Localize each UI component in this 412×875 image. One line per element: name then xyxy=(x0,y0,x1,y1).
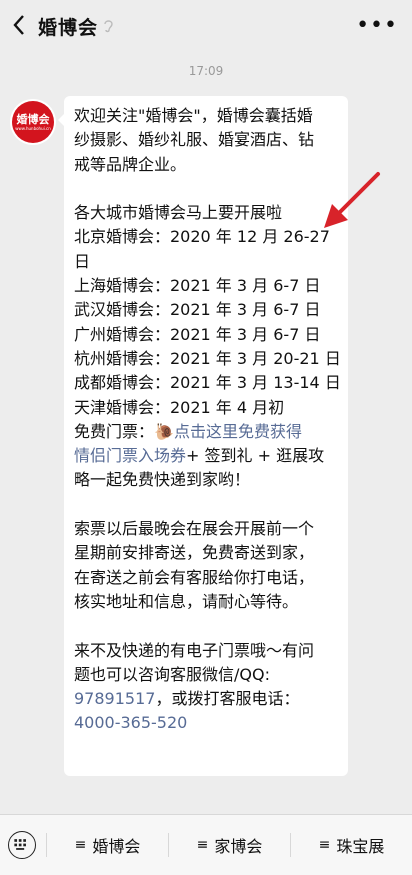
message-line: 4000-365-520 xyxy=(74,711,354,735)
message-line: 核实地址和信息，请耐心等待。 xyxy=(74,591,299,611)
menu-lines-icon: ≡ xyxy=(196,837,209,853)
message-line: 武汉婚博会：2021 年 3 月 6-7 日 xyxy=(74,300,321,320)
message-line: 各大城市婚博会马上要开展啦 xyxy=(74,203,283,223)
ticket-suffix: + 签到礼 + 逛展攻 xyxy=(186,446,325,466)
menu-lines-icon: ≡ xyxy=(74,837,87,853)
ticket-link[interactable]: 点击这里免费获得 xyxy=(174,422,302,441)
message-line: 在寄送之前会有客服给你打电话， xyxy=(74,567,315,587)
message-line: 上海婚博会：2021 年 3 月 6-7 日 xyxy=(74,276,321,296)
avatar-logo-subtext: www.hunbohui.cn xyxy=(15,125,51,131)
snail-icon: 🐌 xyxy=(154,421,174,441)
message-bubble: 欢迎关注"婚博会"，婚博会囊括婚 纱摄影、婚纱礼服、婚宴酒店、钻 戒等品牌企业。… xyxy=(58,96,348,776)
message-line: 星期前安排寄送，免费寄送到家， xyxy=(74,543,315,563)
message-line xyxy=(74,614,354,638)
qq-number-link[interactable]: 97891517 xyxy=(74,689,155,708)
keyboard-icon[interactable] xyxy=(8,831,36,859)
message-line: 索票以后最晚会在展会开展前一个 xyxy=(74,519,315,539)
message-line: 天津婚博会：2021 年 4 月初 xyxy=(74,397,285,417)
message-line: 广州婚博会：2021 年 3 月 6-7 日 xyxy=(74,324,321,344)
menu-item-hunbohui[interactable]: ≡ 婚博会 xyxy=(47,815,168,875)
menu-lines-icon: ≡ xyxy=(318,837,331,853)
more-dots-icon[interactable]: ••• xyxy=(356,15,398,37)
avatar-logo-text: 婚博会 xyxy=(16,112,50,126)
chevron-left-icon[interactable] xyxy=(10,12,30,38)
message-line xyxy=(74,493,354,517)
message-line: 题也可以咨询客服微信/QQ: xyxy=(74,664,270,684)
message-timestamp: 17:09 xyxy=(188,64,224,78)
message-line: 免费门票：🐌点击这里免费获得 xyxy=(74,420,354,444)
message-line: 成都婚博会：2021 年 3 月 13-14 日 xyxy=(74,373,341,393)
message-line: 日 xyxy=(74,251,91,271)
page-title: 婚博会 xyxy=(38,17,99,39)
message-line: 杭州婚博会：2021 年 3 月 20-21 日 xyxy=(74,348,341,368)
message-line: 情侣门票入场券+ 签到礼 + 逛展攻 xyxy=(74,444,354,468)
message-line: 略一起免费快递到家哟！ xyxy=(74,470,251,490)
ticket-link-cont[interactable]: 情侣门票入场券 xyxy=(74,446,186,465)
menu-item-jiabohui[interactable]: ≡ 家博会 xyxy=(169,815,290,875)
menu-label: 珠宝展 xyxy=(336,837,385,856)
avatar[interactable]: 婚博会 www.hunbohui.cn xyxy=(10,99,56,145)
message-line: 来不及快递的有电子门票哦～有问 xyxy=(74,640,315,660)
phone-number-link[interactable]: 4000-365-520 xyxy=(74,713,187,732)
red-arrow-icon xyxy=(324,172,380,228)
message-line xyxy=(74,177,354,201)
message-line: 欢迎关注"婚博会"，婚博会囊括婚 xyxy=(74,106,313,125)
message-line: 97891517，或拨打客服电话： xyxy=(74,687,354,711)
message-text: 欢迎关注"婚博会"，婚博会囊括婚 纱摄影、婚纱礼服、婚宴酒店、钻 戒等品牌企业。… xyxy=(74,104,354,736)
ear-icon xyxy=(104,20,113,33)
message-line: 纱摄影、婚纱礼服、婚宴酒店、钻 xyxy=(74,130,315,150)
menu-item-zhubaozhan[interactable]: ≡ 珠宝展 xyxy=(291,815,412,875)
bottom-menu-bar: ≡ 婚博会 ≡ 家博会 ≡ 珠宝展 xyxy=(0,814,412,875)
ticket-prefix: 免费门票： xyxy=(74,421,155,441)
menu-label: 婚博会 xyxy=(92,837,141,856)
menu-label: 家博会 xyxy=(214,837,263,856)
phone-prompt: ，或拨打客服电话： xyxy=(155,689,300,709)
top-nav-bar: 婚博会 ••• xyxy=(0,0,412,52)
message-line: 北京婚博会：2020 年 12 月 26-27 xyxy=(74,227,330,247)
message-line: 戒等品牌企业。 xyxy=(74,154,187,174)
